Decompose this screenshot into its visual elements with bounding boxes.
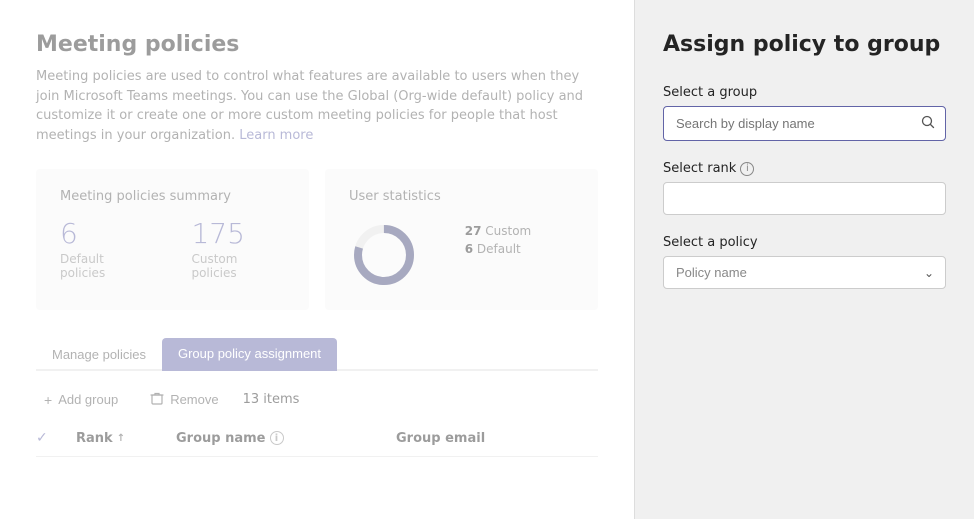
table-header: ✓ Rank ↑ Group name i Group email	[36, 420, 598, 457]
default-label-text: Default	[477, 242, 521, 256]
group-email-column-header: Group email	[396, 431, 598, 446]
group-name-label: Group name	[176, 431, 266, 446]
sort-asc-icon: ↑	[117, 433, 125, 444]
summary-card-title: Meeting policies summary	[60, 189, 285, 204]
custom-value: 27	[465, 224, 482, 238]
custom-legend-item: 27 Custom	[465, 224, 532, 238]
right-panel: Assign policy to group Select a group Se…	[634, 0, 974, 519]
search-icon	[921, 116, 935, 132]
default-stat-value: 6	[465, 242, 473, 256]
default-policies-value: 6	[60, 220, 151, 248]
check-icon: ✓	[36, 430, 48, 446]
stats-legend: 27 Custom 6 Default	[465, 224, 532, 256]
add-group-label: Add group	[58, 392, 118, 407]
panel-title: Assign policy to group	[663, 32, 946, 57]
select-rank-text: Select rank	[663, 161, 736, 176]
tab-group-policy-assignment[interactable]: Group policy assignment	[162, 338, 337, 371]
policy-select-wrapper: Policy name ⌄	[663, 256, 946, 289]
policy-select[interactable]: Policy name	[663, 256, 946, 289]
default-policies-stat: 6 Default policies	[60, 220, 151, 280]
select-policy-group: Select a policy Policy name ⌄	[663, 235, 946, 289]
custom-policies-label: Custom policies	[191, 252, 285, 280]
group-email-label: Group email	[396, 431, 485, 446]
page-title: Meeting policies	[36, 32, 598, 57]
rank-info-icon[interactable]: i	[740, 162, 754, 176]
default-legend-item: 6 Default	[465, 242, 532, 256]
rank-column-header[interactable]: Rank ↑	[76, 431, 176, 446]
select-rank-group: Select rank i 1	[663, 161, 946, 215]
item-count: 13 items	[243, 392, 300, 407]
rank-label: Rank	[76, 431, 113, 446]
user-statistics-card: User statistics 27 Custom 6	[325, 169, 598, 310]
summary-row: Meeting policies summary 6 Default polic…	[36, 169, 598, 310]
custom-policies-stat: 175 Custom policies	[191, 220, 285, 280]
custom-policies-value: 175	[191, 220, 285, 248]
custom-label-text: Custom	[485, 224, 531, 238]
search-group-input[interactable]	[664, 108, 911, 139]
learn-more-link[interactable]: Learn more	[239, 128, 313, 143]
add-group-button[interactable]: + Add group	[36, 388, 126, 412]
tabs-row: Manage policies Group policy assignment	[36, 338, 598, 371]
user-stats-title: User statistics	[349, 189, 441, 290]
select-rank-label: Select rank i	[663, 161, 946, 176]
group-name-info-icon[interactable]: i	[270, 431, 284, 445]
toolbar: + Add group Remove 13 items	[36, 387, 598, 412]
check-column-header: ✓	[36, 430, 76, 446]
card-stats: 6 Default policies 175 Custom policies	[60, 220, 285, 280]
search-button[interactable]	[911, 107, 945, 140]
remove-button[interactable]: Remove	[142, 387, 226, 412]
remove-label: Remove	[170, 392, 218, 407]
select-group-group: Select a group	[663, 85, 946, 141]
page-description: Meeting policies are used to control wha…	[36, 67, 598, 145]
donut-chart	[349, 220, 419, 290]
select-policy-label: Select a policy	[663, 235, 946, 250]
rank-input[interactable]: 1	[663, 182, 946, 215]
user-stats-card-title: User statistics	[349, 189, 441, 204]
trash-icon	[150, 391, 164, 408]
default-policies-label: Default policies	[60, 252, 151, 280]
add-icon: +	[44, 392, 52, 408]
search-group-wrapper	[663, 106, 946, 141]
meeting-policies-summary-card: Meeting policies summary 6 Default polic…	[36, 169, 309, 310]
main-content: Meeting policies Meeting policies are us…	[0, 0, 634, 519]
tab-manage-policies[interactable]: Manage policies	[36, 339, 162, 370]
group-name-column-header: Group name i	[176, 431, 396, 446]
select-group-label: Select a group	[663, 85, 946, 100]
